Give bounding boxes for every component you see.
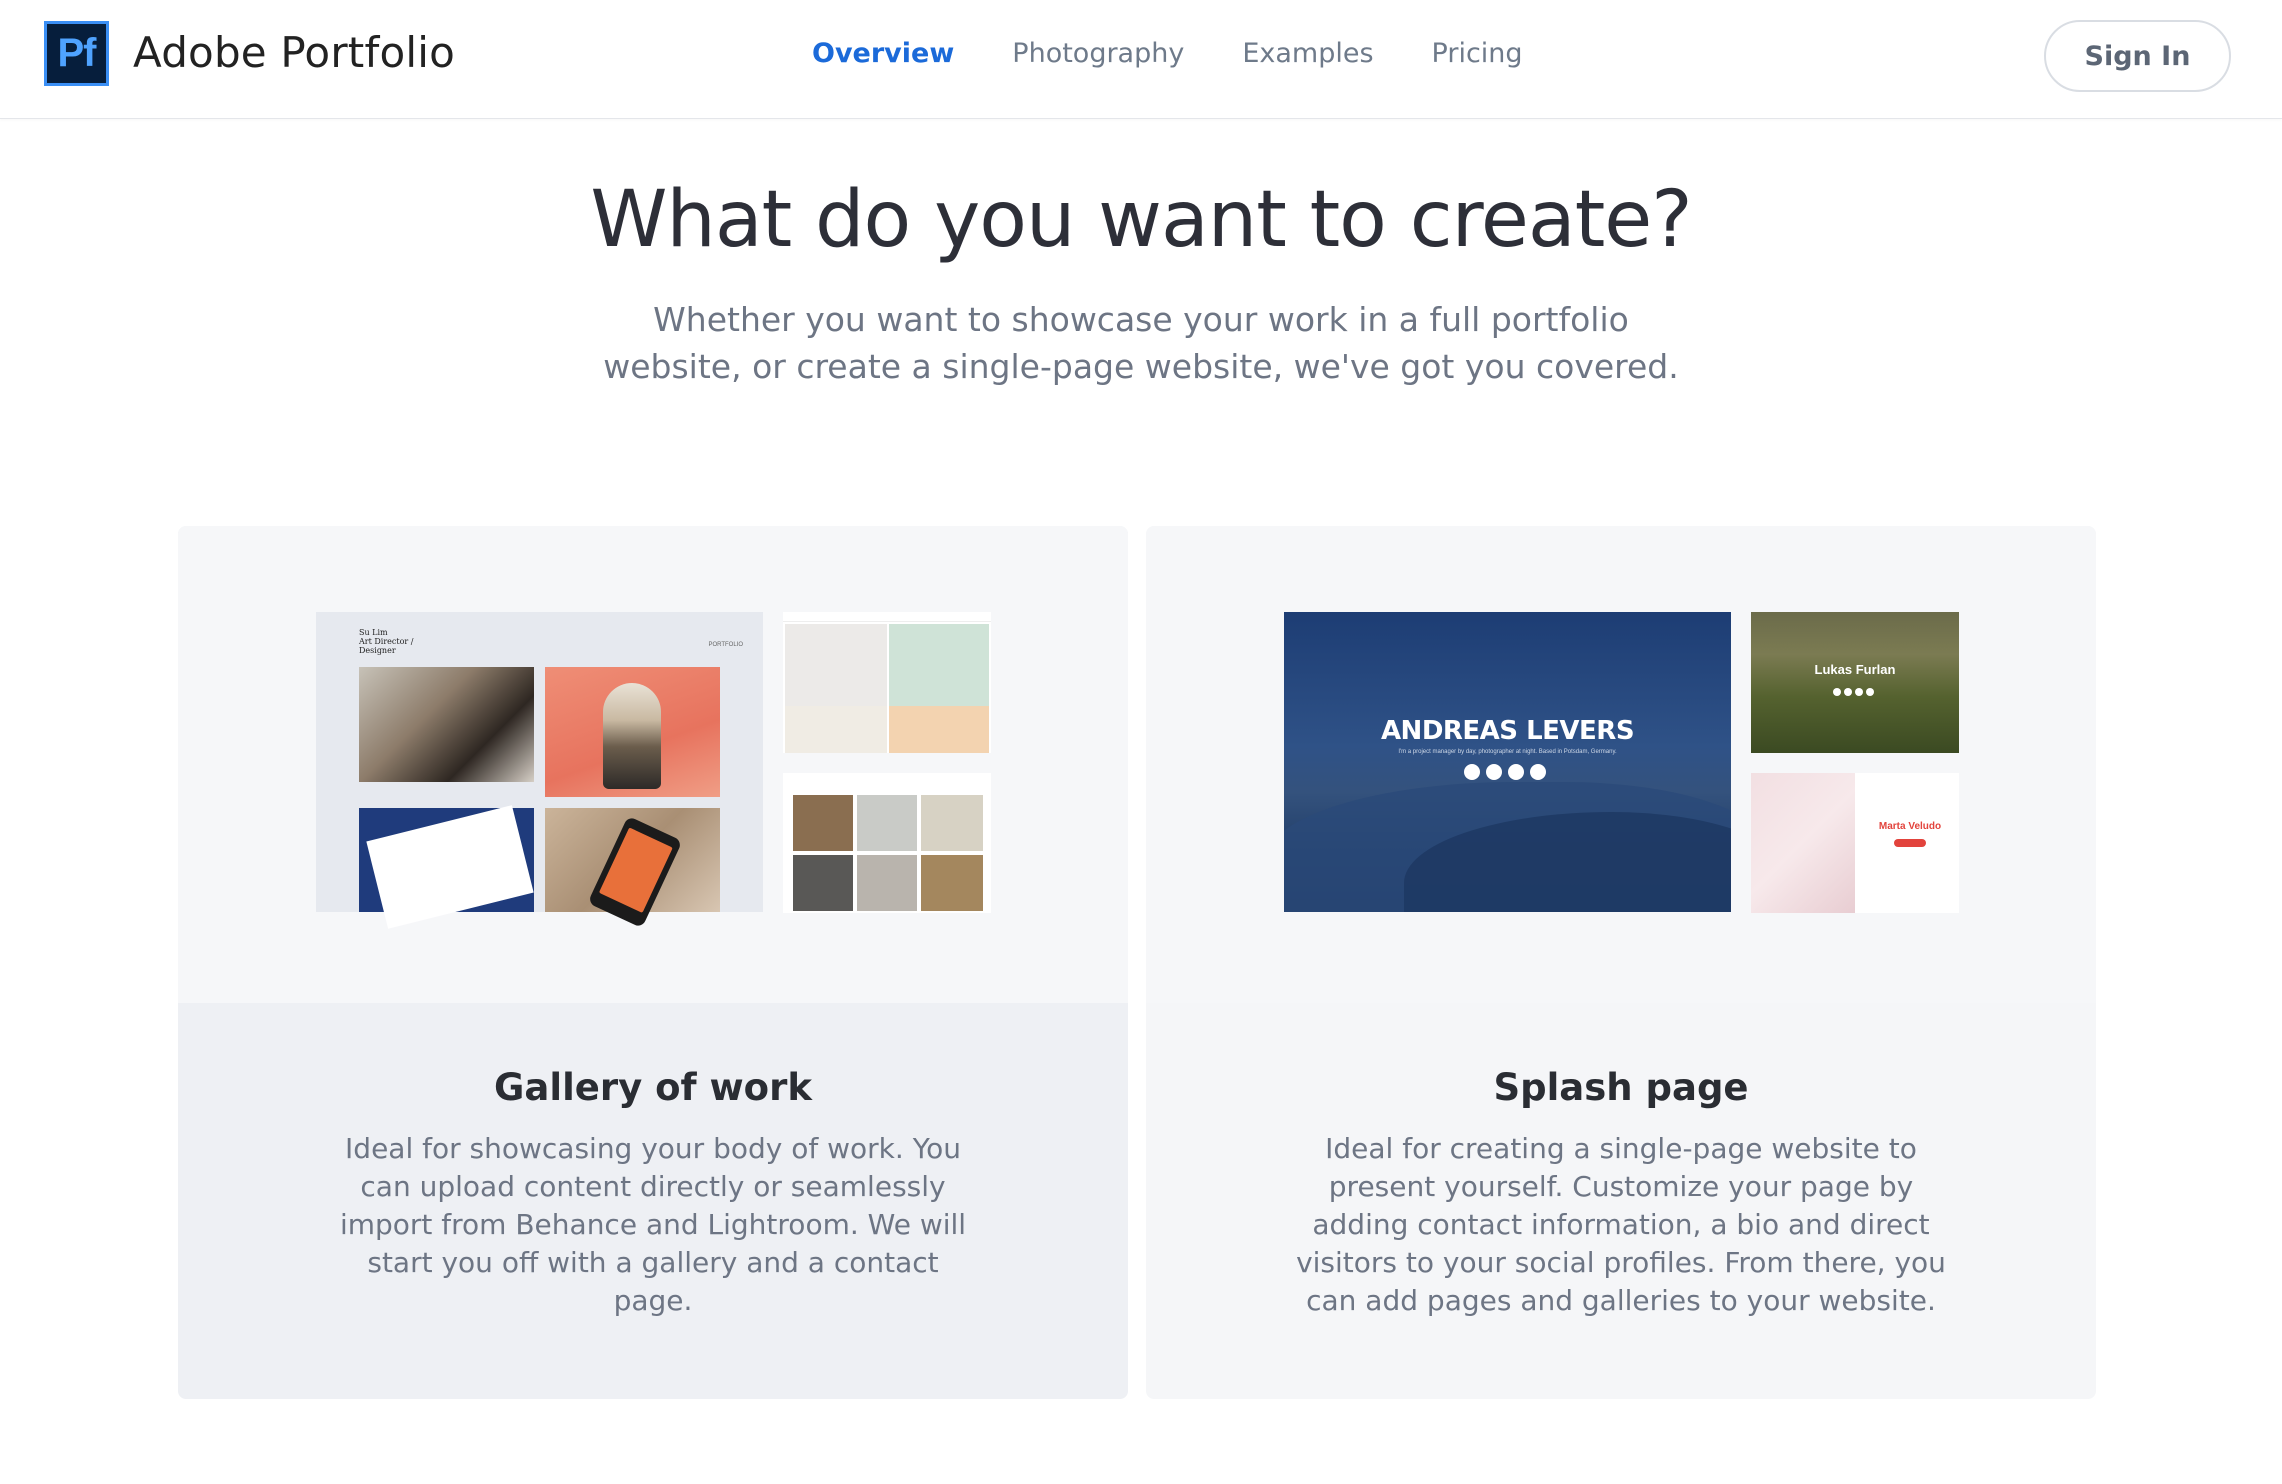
preview-name: ANDREAS LEVERS: [1380, 716, 1635, 746]
email-icon: [1530, 764, 1546, 780]
social-icons-2: [1833, 688, 1874, 696]
splash-preview-image: ANDREAS LEVERS I'm a project manager by …: [1146, 526, 2096, 1003]
behance-icon: [1464, 764, 1480, 780]
preview-name-3: Marta Veludo: [1878, 821, 1942, 832]
splash-pink-preview: Marta Veludo: [1751, 773, 1959, 913]
splash-forest-preview: Lukas Furlan: [1751, 612, 1959, 753]
stationery-preview: [783, 612, 991, 753]
social-icon: [1833, 688, 1841, 696]
social-icon: [1866, 688, 1874, 696]
social-icon: [1855, 688, 1863, 696]
preview-portfolio-label: PORTFOLIO: [708, 642, 743, 648]
splash-page-card[interactable]: ANDREAS LEVERS I'm a project manager by …: [1146, 526, 2096, 1399]
preview-designer-title: Su Lim Art Director / Designer: [359, 628, 414, 655]
card-description: Ideal for showcasing your body of work. …: [339, 1132, 967, 1317]
sign-in-button[interactable]: Sign In: [2044, 20, 2231, 92]
card-title: Gallery of work: [494, 1066, 812, 1109]
flickr-icon: [1508, 764, 1524, 780]
splash-main-preview: ANDREAS LEVERS I'm a project manager by …: [1284, 612, 1731, 912]
main-nav: Overview Photography Examples Pricing: [812, 38, 1523, 69]
phone-photo-tile: [545, 808, 720, 929]
magazine-photo-tile: [359, 805, 534, 929]
page-subtitle: Whether you want to showcase your work i…: [603, 300, 1679, 386]
facebook-icon: [1486, 764, 1502, 780]
gallery-preview-image: Su Lim Art Director / Designer PORTFOLIO: [178, 526, 1128, 1003]
nav-pricing[interactable]: Pricing: [1432, 38, 1523, 69]
photography-grid-preview: [783, 773, 991, 913]
nav-examples[interactable]: Examples: [1242, 38, 1373, 69]
page-title: What do you want to create?: [590, 175, 1692, 265]
logo-text: Pf: [57, 31, 97, 75]
nav-overview[interactable]: Overview: [812, 38, 954, 69]
nav-photography[interactable]: Photography: [1012, 38, 1184, 69]
adobe-portfolio-logo-icon[interactable]: Pf: [44, 21, 109, 86]
gallery-main-preview: Su Lim Art Director / Designer PORTFOLIO: [316, 612, 763, 929]
preview-tagline: I'm a project manager by day, photograph…: [1398, 749, 1617, 755]
card-title: Splash page: [1493, 1066, 1749, 1109]
card-description: Ideal for creating a single-page website…: [1296, 1132, 1946, 1317]
product-photo-tile: [359, 667, 534, 782]
preview-name-2: Lukas Furlan: [1814, 662, 1896, 677]
preview-button: [1894, 839, 1926, 847]
top-navigation-bar: Pf Adobe Portfolio Overview Photography …: [0, 0, 2282, 119]
portrait-photo-tile: [545, 667, 720, 797]
social-icons: [1464, 764, 1546, 780]
brand-name[interactable]: Adobe Portfolio: [133, 28, 455, 77]
social-icon: [1844, 688, 1852, 696]
gallery-of-work-card[interactable]: Su Lim Art Director / Designer PORTFOLIO G…: [178, 526, 1128, 1399]
